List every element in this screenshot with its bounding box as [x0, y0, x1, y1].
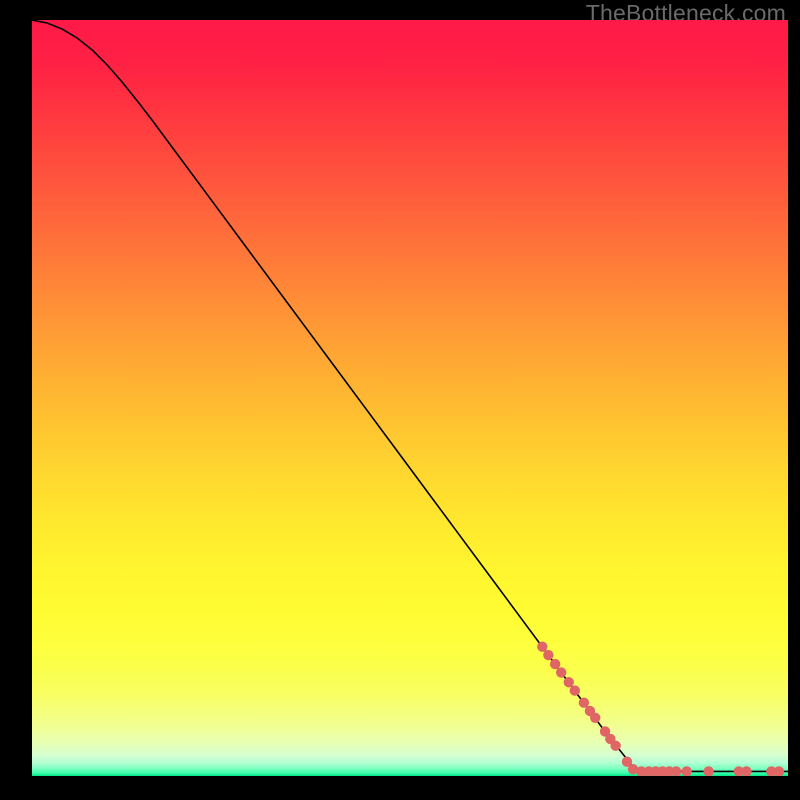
highlight-dot: [543, 650, 553, 660]
bottleneck-chart: [32, 20, 788, 776]
highlight-dot: [610, 741, 620, 751]
highlight-dot: [556, 667, 566, 677]
highlight-dot: [579, 697, 589, 707]
plot-background: [32, 20, 788, 776]
chart-stage: TheBottleneck.com: [0, 0, 800, 800]
highlight-dot: [570, 685, 580, 695]
highlight-dot: [590, 713, 600, 723]
highlight-dot: [564, 677, 574, 687]
highlight-dot: [550, 659, 560, 669]
highlight-dot: [537, 642, 547, 652]
